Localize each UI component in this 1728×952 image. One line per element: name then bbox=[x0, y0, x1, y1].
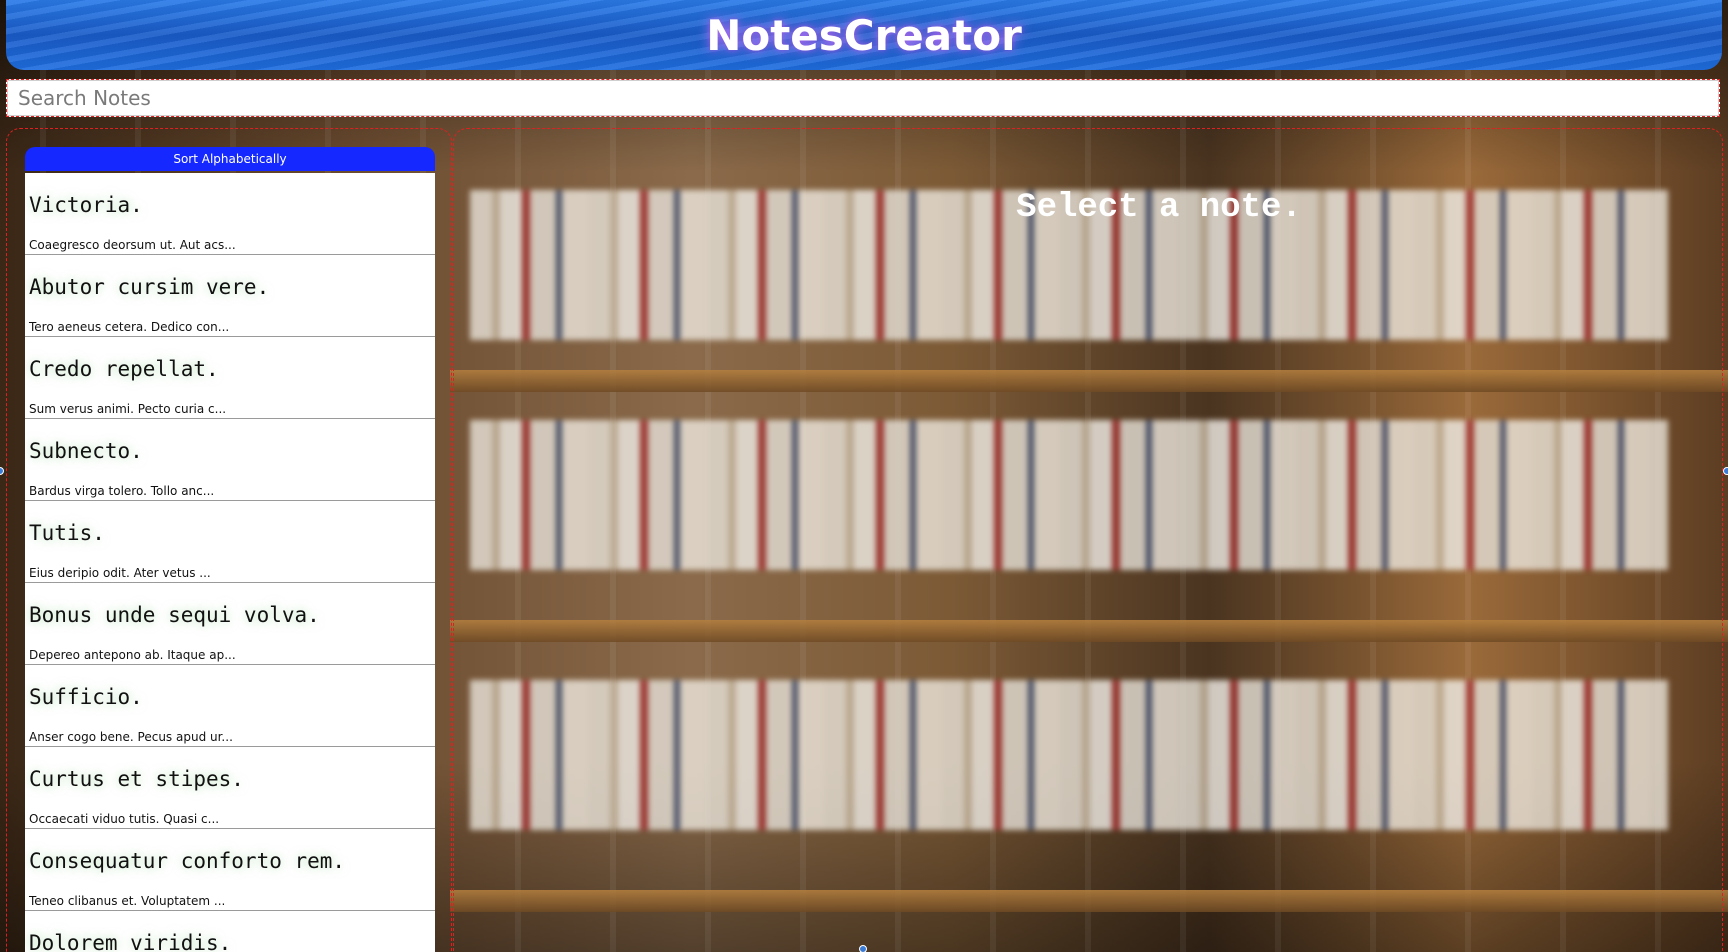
note-list-item[interactable]: Credo repellat. Sum verus animi. Pecto c… bbox=[25, 337, 435, 419]
note-list-item[interactable]: Consequatur conforto rem. Teneo clibanus… bbox=[25, 829, 435, 911]
note-title: Subnecto. bbox=[29, 439, 143, 463]
resize-handle-right[interactable] bbox=[1723, 467, 1728, 475]
note-preview: Tero aeneus cetera. Dedico con... bbox=[29, 320, 230, 334]
note-list-item[interactable]: Sufficio. Anser cogo bene. Pecus apud ur… bbox=[25, 665, 435, 747]
note-title: Dolorem viridis. bbox=[29, 931, 232, 952]
resize-handle-left[interactable] bbox=[0, 467, 4, 475]
note-preview: Sum verus animi. Pecto curia c... bbox=[29, 402, 227, 416]
note-preview: Bardus virga tolero. Tollo anc... bbox=[29, 484, 215, 498]
note-title: Abutor cursim vere. bbox=[29, 275, 270, 299]
note-title: Bonus unde sequi volva. bbox=[29, 603, 320, 627]
note-preview: Occaecati viduo tutis. Quasi c... bbox=[29, 812, 220, 826]
note-title: Victoria. bbox=[29, 193, 143, 217]
app-title: NotesCreator bbox=[706, 10, 1022, 60]
note-preview: Coaegresco deorsum ut. Aut acs... bbox=[29, 238, 236, 252]
search-input[interactable] bbox=[7, 80, 1719, 116]
note-preview: Anser cogo bene. Pecus apud ur... bbox=[29, 730, 233, 744]
note-list-item[interactable]: Abutor cursim vere. Tero aeneus cetera. … bbox=[25, 255, 435, 337]
notes-sidebar: Sort Alphabetically Victoria. Coaegresco… bbox=[6, 128, 452, 952]
note-title: Curtus et stipes. bbox=[29, 767, 244, 791]
note-list: Victoria. Coaegresco deorsum ut. Aut acs… bbox=[25, 173, 435, 952]
empty-state-message: Select a note. bbox=[1016, 189, 1302, 227]
note-list-item[interactable]: Victoria. Coaegresco deorsum ut. Aut acs… bbox=[25, 173, 435, 255]
resize-handle-bottom[interactable] bbox=[859, 945, 867, 952]
note-preview: Eius deripio odit. Ater vetus ... bbox=[29, 566, 211, 580]
note-title: Sufficio. bbox=[29, 685, 143, 709]
sort-alphabetically-button[interactable]: Sort Alphabetically bbox=[25, 147, 435, 171]
note-list-item[interactable]: Curtus et stipes. Occaecati viduo tutis.… bbox=[25, 747, 435, 829]
note-preview: Depereo antepono ab. Itaque ap... bbox=[29, 648, 236, 662]
note-list-item[interactable]: Tutis. Eius deripio odit. Ater vetus ... bbox=[25, 501, 435, 583]
note-view-panel: Select a note. bbox=[453, 128, 1723, 952]
note-title: Credo repellat. bbox=[29, 357, 219, 381]
app-header: NotesCreator bbox=[6, 0, 1722, 70]
note-list-item[interactable]: Dolorem viridis. bbox=[25, 911, 435, 952]
app-root: NotesCreator Sort Alphabetically Victori… bbox=[0, 0, 1728, 952]
note-list-item[interactable]: Bonus unde sequi volva. Depereo antepono… bbox=[25, 583, 435, 665]
note-title: Tutis. bbox=[29, 521, 105, 545]
search-bar bbox=[6, 79, 1720, 117]
note-preview: Teneo clibanus et. Voluptatem ... bbox=[29, 894, 226, 908]
note-title: Consequatur conforto rem. bbox=[29, 849, 346, 873]
note-list-item[interactable]: Subnecto. Bardus virga tolero. Tollo anc… bbox=[25, 419, 435, 501]
